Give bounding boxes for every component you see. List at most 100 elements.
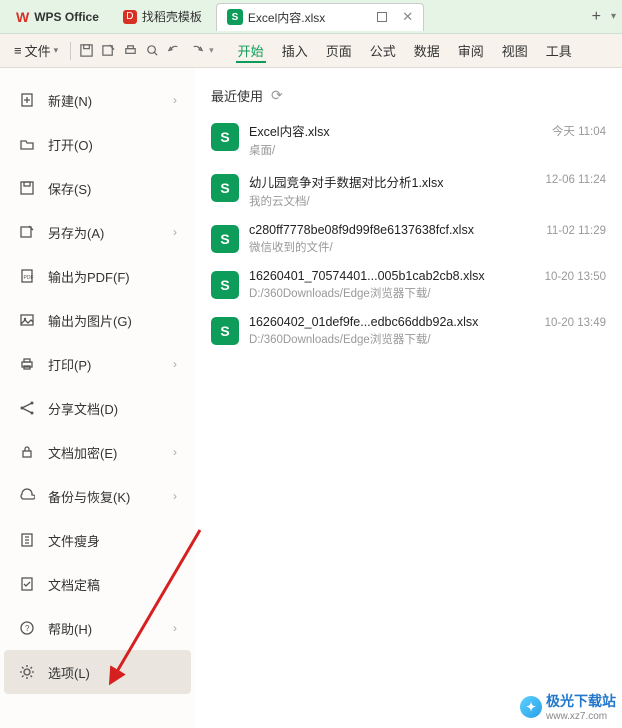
file-row[interactable]: S 16260401_70574401...005b1cab2cb8.xlsx …: [211, 269, 606, 301]
sidebar-slim[interactable]: 文件瘦身: [4, 518, 191, 562]
close-icon[interactable]: ✕: [402, 9, 413, 25]
sidebar-export-img[interactable]: 输出为图片(G): [4, 298, 191, 342]
sidebar-saveas[interactable]: 另存为(A) ›: [4, 210, 191, 254]
sidebar-save[interactable]: 保存(S): [4, 166, 191, 210]
sidebar-save-label: 保存(S): [48, 179, 91, 198]
sidebar-final-label: 文档定稿: [48, 575, 100, 594]
menu-data[interactable]: 数据: [412, 39, 442, 63]
print-icon[interactable]: [121, 42, 139, 60]
spreadsheet-icon: S: [211, 174, 239, 202]
file-time: 11-02 11:29: [546, 225, 606, 237]
sidebar-open-label: 打开(O): [48, 135, 93, 154]
file-menu-button[interactable]: ≡ 文件 ▾: [8, 38, 64, 63]
redo-icon[interactable]: [187, 42, 205, 60]
sidebar-encrypt[interactable]: 文档加密(E) ›: [4, 430, 191, 474]
help-icon: ?: [18, 619, 36, 637]
recent-file-list: S Excel内容.xlsx 桌面/ 今天 11:04 S 幼儿园竞争对手数据对…: [211, 121, 606, 347]
separator: [70, 42, 71, 60]
menu-insert[interactable]: 插入: [280, 39, 310, 63]
sidebar-new-label: 新建(N): [48, 91, 92, 110]
tab-app-label: WPS Office: [34, 10, 99, 24]
spreadsheet-icon: S: [211, 271, 239, 299]
hamburger-icon: ≡: [14, 43, 22, 58]
sidebar-options-label: 选项(L): [48, 663, 90, 682]
file-name: 16260402_01def9fe...edbc66ddb92a.xlsx: [249, 315, 529, 329]
watermark-title: 极光下载站: [546, 691, 616, 711]
chevron-down-icon: ▾: [54, 45, 59, 56]
sidebar-export-pdf[interactable]: PDF 输出为PDF(F): [4, 254, 191, 298]
file-menu-label: 文件: [25, 41, 51, 60]
svg-text:PDF: PDF: [24, 275, 34, 281]
lock-icon: [18, 443, 36, 461]
undo-icon[interactable]: [165, 42, 183, 60]
backup-icon: [18, 487, 36, 505]
file-row[interactable]: S c280ff7778be08f9d99f8e6137638fcf.xlsx …: [211, 223, 606, 255]
sidebar-share[interactable]: 分享文档(D): [4, 386, 191, 430]
save-icon: [18, 179, 36, 197]
sidebar-open[interactable]: 打开(O): [4, 122, 191, 166]
wps-logo-icon: W: [16, 9, 29, 25]
file-name: c280ff7778be08f9d99f8e6137638fcf.xlsx: [249, 223, 530, 237]
recent-label: 最近使用: [211, 86, 263, 105]
save-as-icon[interactable]: [99, 42, 117, 60]
spreadsheet-icon: S: [227, 9, 243, 25]
tab-bar: W WPS Office D 找稻壳模板 S Excel内容.xlsx ✕ + …: [0, 0, 622, 34]
file-path: 我的云文档/: [249, 193, 529, 209]
spreadsheet-icon: S: [211, 317, 239, 345]
sidebar-help-label: 帮助(H): [48, 619, 92, 638]
menu-tools[interactable]: 工具: [544, 39, 574, 63]
tab-document[interactable]: S Excel内容.xlsx ✕: [216, 3, 424, 31]
preview-icon[interactable]: [143, 42, 161, 60]
tab-dropdown-icon[interactable]: ▾: [611, 11, 616, 22]
file-name: Excel内容.xlsx: [249, 121, 536, 140]
save-icon[interactable]: [77, 42, 95, 60]
tab-template[interactable]: D 找稻壳模板: [113, 3, 212, 31]
sidebar-backup-label: 备份与恢复(K): [48, 487, 130, 506]
menu-page[interactable]: 页面: [324, 39, 354, 63]
sidebar-options[interactable]: 选项(L): [4, 650, 191, 694]
new-tab-button[interactable]: +: [592, 8, 601, 26]
file-name: 幼儿园竞争对手数据对比分析1.xlsx: [249, 172, 529, 191]
watermark: ✦ 极光下载站 www.xz7.com: [520, 691, 616, 722]
file-path: D:/360Downloads/Edge浏览器下载/: [249, 331, 529, 347]
file-time: 今天 11:04: [552, 123, 606, 139]
file-time: 12-06 11:24: [545, 174, 606, 186]
menu-formula[interactable]: 公式: [368, 39, 398, 63]
chevron-right-icon: ›: [173, 93, 177, 107]
menu-review[interactable]: 审阅: [456, 39, 486, 63]
file-row[interactable]: S 16260402_01def9fe...edbc66ddb92a.xlsx …: [211, 315, 606, 347]
file-time: 10-20 13:50: [545, 271, 606, 283]
tab-document-label: Excel内容.xlsx: [248, 9, 325, 26]
tab-menu-icon[interactable]: [376, 11, 388, 23]
sidebar-share-label: 分享文档(D): [48, 399, 118, 418]
sidebar-final[interactable]: 文档定稿: [4, 562, 191, 606]
watermark-logo-icon: ✦: [520, 696, 542, 718]
file-path: D:/360Downloads/Edge浏览器下载/: [249, 285, 529, 301]
sidebar-print[interactable]: 打印(P) ›: [4, 342, 191, 386]
sidebar-help[interactable]: ? 帮助(H) ›: [4, 606, 191, 650]
menu-view[interactable]: 视图: [500, 39, 530, 63]
chevron-right-icon: ›: [173, 621, 177, 635]
menu-start[interactable]: 开始: [236, 39, 266, 63]
image-icon: [18, 311, 36, 329]
file-path: 桌面/: [249, 142, 536, 158]
sidebar-export-pdf-label: 输出为PDF(F): [48, 267, 130, 286]
tab-app[interactable]: W WPS Office: [6, 3, 109, 31]
file-row[interactable]: S 幼儿园竞争对手数据对比分析1.xlsx 我的云文档/ 12-06 11:24: [211, 172, 606, 209]
file-name: 16260401_70574401...005b1cab2cb8.xlsx: [249, 269, 529, 283]
toolbar-dropdown-icon[interactable]: ▾: [209, 45, 214, 56]
spreadsheet-icon: S: [211, 225, 239, 253]
sidebar-backup[interactable]: 备份与恢复(K) ›: [4, 474, 191, 518]
watermark-url: www.xz7.com: [546, 711, 616, 722]
refresh-icon[interactable]: ⟳: [271, 87, 283, 104]
template-icon: D: [123, 10, 137, 24]
chevron-right-icon: ›: [173, 225, 177, 239]
spreadsheet-icon: S: [211, 123, 239, 151]
file-row[interactable]: S Excel内容.xlsx 桌面/ 今天 11:04: [211, 121, 606, 158]
gear-icon: [18, 663, 36, 681]
sidebar-new[interactable]: 新建(N) ›: [4, 78, 191, 122]
new-icon: [18, 91, 36, 109]
chevron-right-icon: ›: [173, 445, 177, 459]
file-path: 微信收到的文件/: [249, 239, 530, 255]
pdf-icon: PDF: [18, 267, 36, 285]
